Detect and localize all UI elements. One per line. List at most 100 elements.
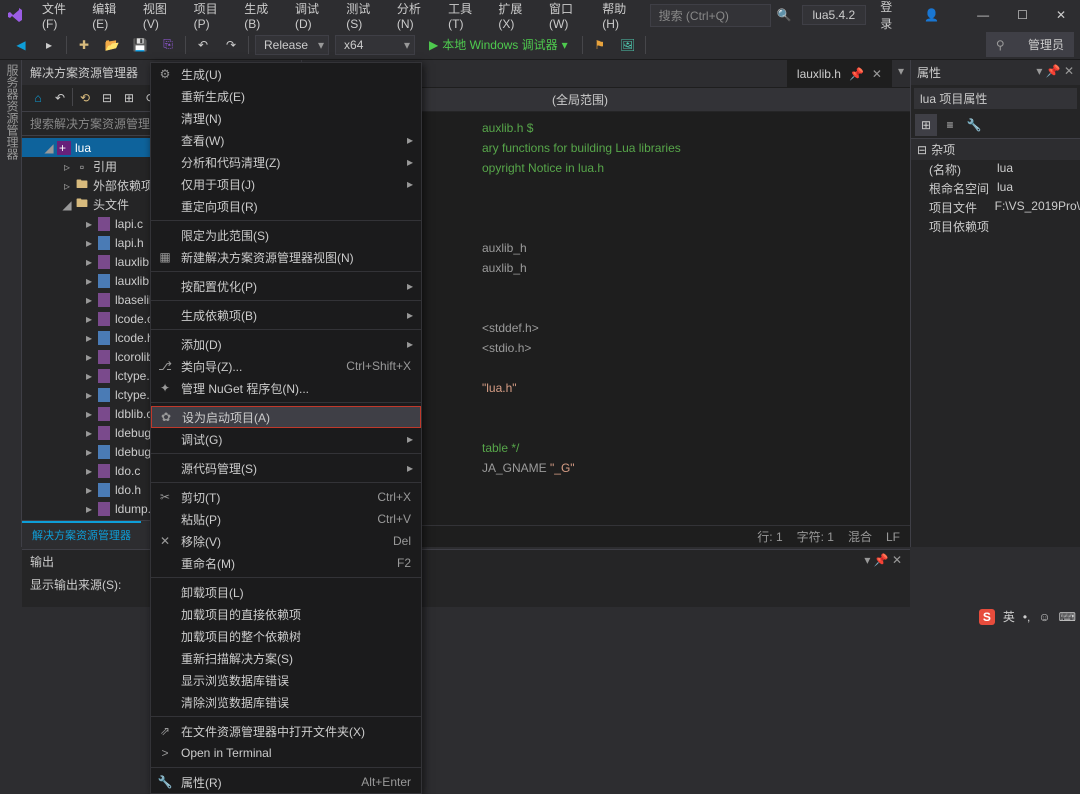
menu-analyze[interactable]: 分析(N)	[389, 0, 436, 35]
open-button[interactable]: 📂	[101, 34, 123, 56]
solution-explorer-tab[interactable]: 解决方案资源管理器	[22, 521, 141, 547]
menu-extensions[interactable]: 扩展(X)	[490, 0, 537, 35]
context-menu-item[interactable]: 源代码管理(S)▸	[151, 457, 421, 479]
pin-icon[interactable]: 📌	[849, 67, 864, 81]
context-menu-item[interactable]: 调试(G)▸	[151, 428, 421, 450]
menu-tools[interactable]: 工具(T)	[440, 0, 486, 35]
ime-punct[interactable]: •,	[1023, 610, 1031, 624]
output-pin-icon[interactable]: ▾ 📌 ✕	[864, 553, 902, 570]
context-menu-item[interactable]: 显示浏览数据库错误	[151, 669, 421, 691]
categorized-button[interactable]: ⊞	[915, 114, 937, 136]
ime-kb[interactable]: ⌨	[1059, 610, 1076, 624]
editor-tab[interactable]: lauxlib.h 📌 ✕	[787, 60, 892, 87]
file-icon	[96, 445, 112, 459]
config-combo[interactable]: Release	[255, 35, 329, 55]
nav-fwd-button[interactable]: ▸	[38, 34, 60, 56]
context-menu-item[interactable]: ✿设为启动项目(A)	[151, 406, 421, 428]
menu-icon: ▦	[157, 250, 173, 264]
main-menu: 文件(F) 编辑(E) 视图(V) 项目(P) 生成(B) 调试(D) 测试(S…	[34, 0, 642, 35]
context-menu-item[interactable]: 重新扫描解决方案(S)	[151, 647, 421, 669]
context-menu-item[interactable]: 重新生成(E)	[151, 85, 421, 107]
login-button[interactable]: 登录👤	[866, 0, 953, 30]
alphabetical-button[interactable]: ≡	[939, 114, 961, 136]
menu-edit[interactable]: 编辑(E)	[84, 0, 131, 35]
context-menu-item[interactable]: ⚙生成(U)	[151, 63, 421, 85]
ime-lang[interactable]: 英	[1003, 608, 1015, 625]
context-menu-item[interactable]: 加载项目的直接依赖项	[151, 603, 421, 625]
show-all-button[interactable]: ⊞	[119, 88, 139, 108]
context-menu-item[interactable]: 限定为此范围(S)	[151, 224, 421, 246]
context-menu-item[interactable]: 按配置优化(P)▸	[151, 275, 421, 297]
context-menu-item[interactable]: ✕移除(V)Del	[151, 530, 421, 552]
solution-badge[interactable]: lua5.4.2	[802, 5, 867, 25]
sogou-icon[interactable]: S	[979, 609, 995, 625]
property-row[interactable]: 项目文件F:\VS_2019Pro\	[911, 198, 1080, 217]
save-button[interactable]: 💾	[129, 34, 151, 56]
menu-project[interactable]: 项目(P)	[186, 0, 233, 35]
property-category[interactable]: ⊟杂项	[911, 139, 1080, 160]
context-menu-item[interactable]: 卸载项目(L)	[151, 581, 421, 603]
context-menu-item[interactable]: 添加(D)▸	[151, 333, 421, 355]
picture-button[interactable]: 🖼	[617, 34, 639, 56]
chevron-down-icon[interactable]: ◢	[42, 141, 56, 155]
menu-view[interactable]: 视图(V)	[135, 0, 182, 35]
new-project-button[interactable]: ✚	[73, 34, 95, 56]
context-menu-item[interactable]: 重定向项目(R)	[151, 195, 421, 217]
property-row[interactable]: 根命名空间lua	[911, 179, 1080, 198]
context-menu-item[interactable]: 分析和代码清理(Z)▸	[151, 151, 421, 173]
context-menu-item[interactable]: 加载项目的整个依赖树	[151, 625, 421, 647]
context-menu-item[interactable]: ▦新建解决方案资源管理器视图(N)	[151, 246, 421, 268]
context-menu-item[interactable]: >Open in Terminal	[151, 742, 421, 764]
menu-build[interactable]: 生成(B)	[236, 0, 283, 35]
context-menu-item[interactable]: 重命名(M)F2	[151, 552, 421, 574]
flag-button[interactable]: ⚑	[589, 34, 611, 56]
menu-file[interactable]: 文件(F)	[34, 0, 80, 35]
context-menu-item[interactable]: 仅用于项目(J)▸	[151, 173, 421, 195]
context-menu-item[interactable]: 🔧属性(R)Alt+Enter	[151, 771, 421, 793]
ime-face[interactable]: ☺	[1038, 610, 1050, 624]
folder-icon: 🖿	[74, 198, 90, 212]
file-icon	[96, 236, 112, 250]
vs-logo-icon	[6, 6, 24, 24]
server-explorer-tab[interactable]: 服务器资源管理器	[4, 64, 21, 547]
context-menu-item[interactable]: 生成依赖项(B)▸	[151, 304, 421, 326]
save-all-button[interactable]: ⎘	[157, 34, 179, 56]
property-row[interactable]: 项目依赖项	[911, 217, 1080, 236]
panel-pin-icon[interactable]: ▾ 📌 ✕	[1036, 64, 1074, 81]
close-icon[interactable]: ✕	[1042, 0, 1080, 30]
collapse-button[interactable]: ⊟	[97, 88, 117, 108]
search-input[interactable]: 搜索 (Ctrl+Q)	[650, 4, 771, 27]
context-menu-item[interactable]: 清理(N)	[151, 107, 421, 129]
platform-combo[interactable]: x64	[335, 35, 415, 55]
context-menu-item[interactable]: ⇗在文件资源管理器中打开文件夹(X)	[151, 720, 421, 742]
sync-button[interactable]: ⟲	[75, 88, 95, 108]
menu-icon: ⚙	[157, 67, 173, 81]
context-menu-item[interactable]: 清除浏览数据库错误	[151, 691, 421, 713]
context-menu-item[interactable]: ⎇类向导(Z)...Ctrl+Shift+X	[151, 355, 421, 377]
context-menu-item[interactable]: 查看(W)▸	[151, 129, 421, 151]
context-menu: ⚙生成(U)重新生成(E)清理(N)查看(W)▸分析和代码清理(Z)▸仅用于项目…	[150, 62, 422, 794]
property-row[interactable]: (名称)lua	[911, 160, 1080, 179]
scope-combo[interactable]: (全局范围)	[552, 91, 608, 108]
search-icon[interactable]: 🔍	[777, 8, 792, 22]
menu-test[interactable]: 测试(S)	[338, 0, 385, 35]
start-debug-button[interactable]: ▶ 本地 Windows 调试器 ▾	[421, 34, 576, 55]
menu-debug[interactable]: 调试(D)	[287, 0, 334, 35]
maximize-icon[interactable]: ☐	[1003, 0, 1042, 30]
close-tab-icon[interactable]: ✕	[872, 67, 882, 81]
left-rail[interactable]: 服务器资源管理器 工具箱	[0, 60, 22, 547]
nav-back-button[interactable]: ◀	[10, 34, 32, 56]
undo-button[interactable]: ↶	[192, 34, 214, 56]
prop-pages-button[interactable]: 🔧	[963, 114, 985, 136]
redo-button[interactable]: ↷	[220, 34, 242, 56]
properties-selector[interactable]: lua 项目属性	[914, 88, 1077, 109]
minimize-icon[interactable]: —	[963, 0, 1003, 30]
menu-window[interactable]: 窗口(W)	[541, 0, 590, 35]
context-menu-item[interactable]: ✂剪切(T)Ctrl+X	[151, 486, 421, 508]
tab-overflow-icon[interactable]: ▾	[892, 60, 910, 87]
context-menu-item[interactable]: ✦管理 NuGet 程序包(N)...	[151, 377, 421, 399]
context-menu-item[interactable]: 粘贴(P)Ctrl+V	[151, 508, 421, 530]
menu-help[interactable]: 帮助(H)	[594, 0, 641, 35]
back-button[interactable]: ↶	[50, 88, 70, 108]
home-button[interactable]: ⌂	[28, 88, 48, 108]
